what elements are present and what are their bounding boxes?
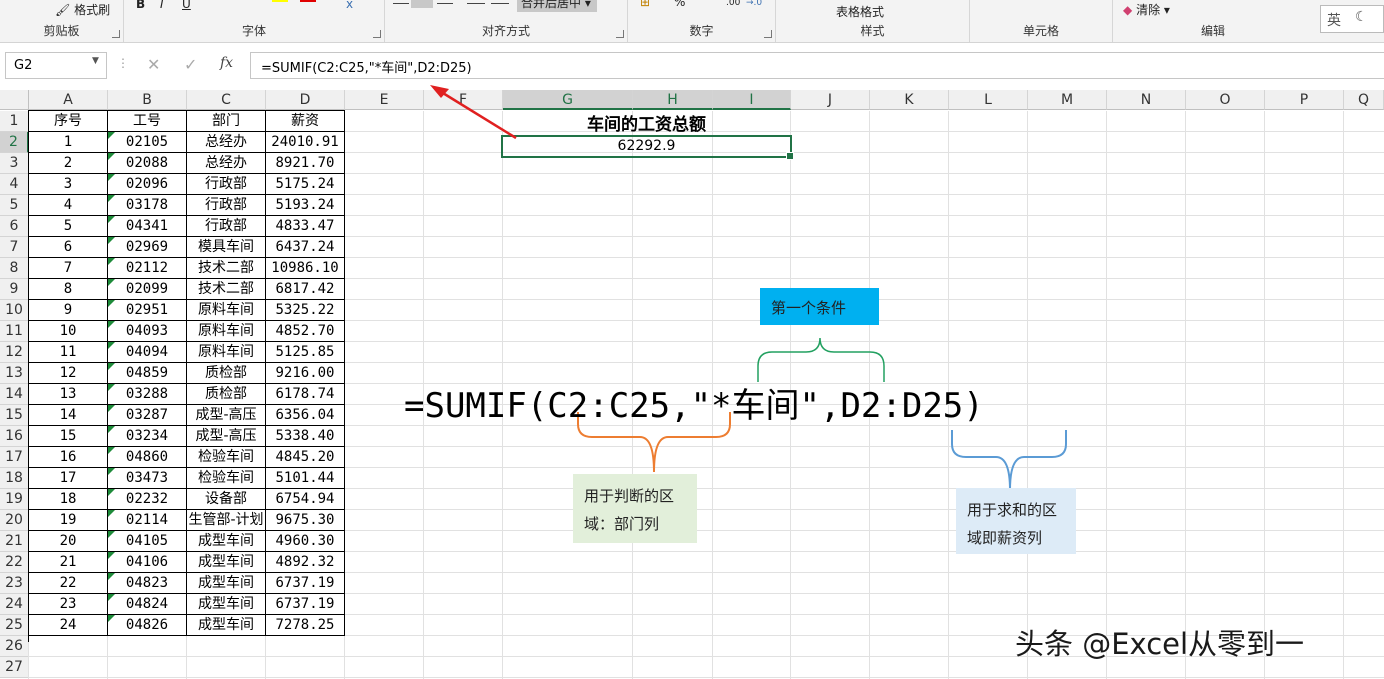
annotation-svg — [430, 85, 1067, 491]
formula-enlarged: =SUMIF(C2:C25,"*车间",D2:D25) — [404, 386, 984, 426]
watermark: 头条 @Excel从零到一 — [1015, 627, 1305, 661]
condition-callout: 第一个条件 — [760, 288, 879, 325]
red-arrow — [437, 88, 517, 140]
range-callout: 用于判断的区 域：部门列 — [573, 474, 697, 543]
sum-brace — [951, 430, 1067, 491]
condition-brace — [757, 337, 885, 382]
sum-callout: 用于求和的区 域即薪资列 — [956, 488, 1076, 554]
table-left-border — [28, 110, 29, 642]
table-top-border — [28, 110, 345, 111]
